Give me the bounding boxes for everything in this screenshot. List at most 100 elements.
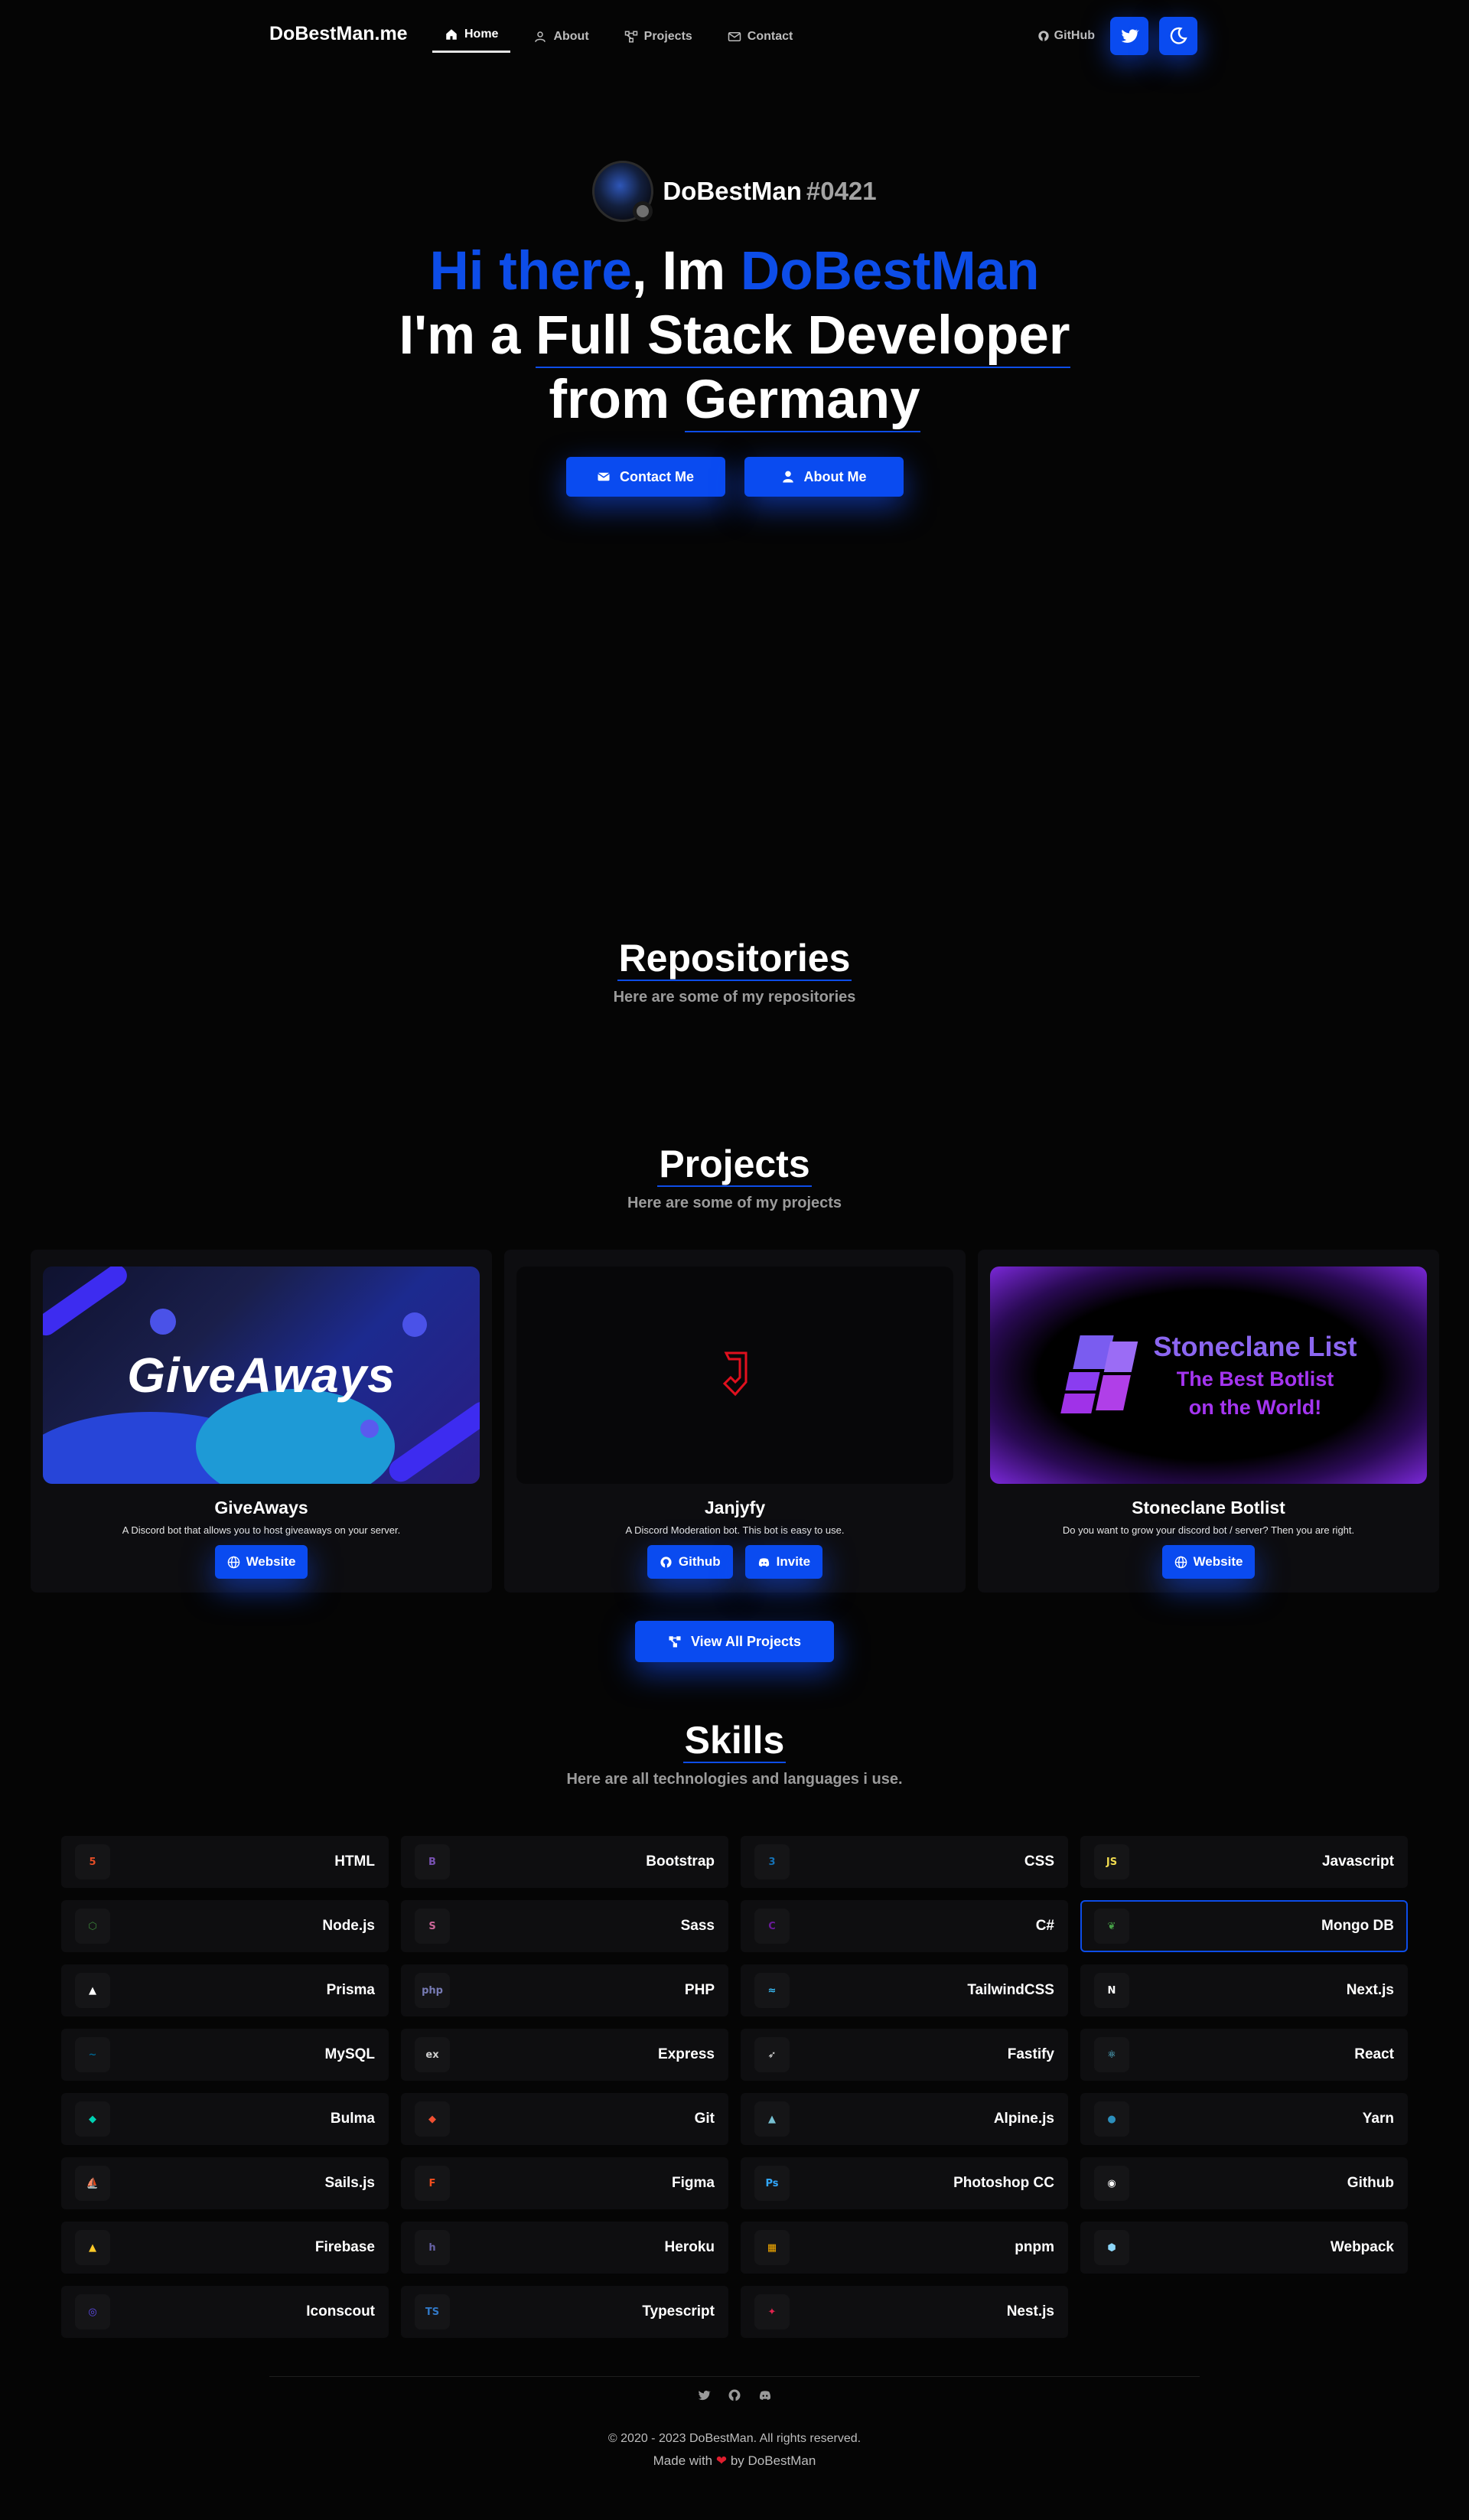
skill-item[interactable]: ● Yarn [1080, 2093, 1408, 2145]
skill-item[interactable]: ❦ Mongo DB [1080, 1900, 1408, 1952]
skill-item[interactable]: Ps Photoshop CC [741, 2157, 1068, 2209]
moon-icon [1170, 27, 1187, 44]
skill-item[interactable]: ex Express [401, 2029, 728, 2081]
github-icon[interactable] [728, 2388, 741, 2402]
skill-item[interactable]: ▲ Alpine.js [741, 2093, 1068, 2145]
skill-glyph: B [428, 1856, 436, 1868]
project-card-giveaways: GiveAways GiveAways A Discord bot that a… [31, 1250, 492, 1593]
skill-item[interactable]: TS Typescript [401, 2286, 728, 2338]
nav-link-about[interactable]: About [521, 20, 601, 53]
about-me-label: About Me [803, 468, 867, 484]
skill-item[interactable]: php PHP [401, 1964, 728, 2016]
express-icon: ex [415, 2037, 450, 2072]
skill-item[interactable]: ✦ Nest.js [741, 2286, 1068, 2338]
skill-item[interactable]: ~ MySQL [61, 2029, 389, 2081]
hero-section: DoBestMan #0421 Hi there, Im DoBestMan I'… [0, 161, 1469, 497]
skill-glyph: 3 [768, 1856, 776, 1868]
copyright-text: © 2020 - 2023 DoBestMan. All rights rese… [607, 2432, 862, 2445]
skill-label: Typescript [642, 2303, 715, 2320]
project-name: Stoneclane Botlist [1132, 1498, 1285, 1518]
mysql-icon: ~ [75, 2037, 110, 2072]
nextjs-icon: N [1094, 1973, 1129, 2008]
skill-item[interactable]: JS Javascript [1080, 1836, 1408, 1888]
skill-item[interactable]: ⬡ Node.js [61, 1900, 389, 1952]
decor-planet [360, 1420, 379, 1438]
skill-label: Next.js [1346, 1982, 1394, 1998]
github-icon [1038, 31, 1049, 41]
greeting-mid: , Im [631, 241, 741, 302]
skill-item[interactable]: S Sass [401, 1900, 728, 1952]
skill-item[interactable]: C C# [741, 1900, 1068, 1952]
skill-label: Node.js [322, 1918, 375, 1934]
website-button[interactable]: Website [1161, 1545, 1256, 1579]
skill-item[interactable]: h Heroku [401, 2222, 728, 2274]
globe-icon [227, 1556, 239, 1568]
bootstrap-icon: B [415, 1844, 450, 1879]
skill-item[interactable]: ▲ Firebase [61, 2222, 389, 2274]
skill-item[interactable]: ⚛ React [1080, 2029, 1408, 2081]
theme-toggle-button[interactable] [1159, 17, 1197, 55]
skill-item[interactable]: ◆ Bulma [61, 2093, 389, 2145]
banner-line-2: on the World! [1188, 1396, 1322, 1419]
skill-glyph: php [422, 1984, 443, 1997]
photoshop-icon: Ps [754, 2166, 790, 2201]
twitter-icon[interactable] [697, 2388, 711, 2402]
skill-item[interactable]: ◉ Github [1080, 2157, 1408, 2209]
skill-item[interactable]: ≈ TailwindCSS [741, 1964, 1068, 2016]
skill-item[interactable]: ⛵ Sails.js [61, 2157, 389, 2209]
skill-glyph: ➶ [767, 2049, 777, 2061]
status-indicator [633, 201, 653, 221]
view-all-projects-button[interactable]: View All Projects [635, 1621, 834, 1662]
discord-icon[interactable] [758, 2388, 772, 2402]
mongodb-icon: ❦ [1094, 1909, 1129, 1944]
github-link[interactable]: GitHub [1037, 29, 1095, 43]
skills-subtitle: Here are all technologies and languages … [566, 1771, 903, 1788]
project-description: A Discord bot that allows you to host gi… [122, 1524, 401, 1536]
twitter-button[interactable] [1110, 17, 1148, 55]
made-suffix: by DoBestMan [730, 2453, 816, 2468]
github-button[interactable]: Github [647, 1545, 733, 1579]
projects-icon [669, 1636, 681, 1648]
skill-glyph: JS [1106, 1856, 1118, 1868]
skill-item[interactable]: ◆ Git [401, 2093, 728, 2145]
hero-buttons: Contact Me About Me [0, 457, 1469, 497]
footer-social-links [0, 2388, 1469, 2402]
location: Germany [684, 370, 920, 432]
skills-grid: 5 HTML B Bootstrap 3 CSS JS Javascript ⬡ Node.js S… [61, 1836, 1408, 2338]
about-me-button[interactable]: About Me [744, 457, 904, 497]
decor-planet [402, 1312, 427, 1337]
skill-label: C# [1035, 1918, 1054, 1934]
nav-right: GitHub [1037, 17, 1197, 55]
skill-item[interactable]: F Figma [401, 2157, 728, 2209]
skill-glyph: ◆ [89, 2113, 96, 2125]
nav-link-home[interactable]: Home [432, 20, 511, 53]
skill-item[interactable]: ▲ Prisma [61, 1964, 389, 2016]
skill-label: Bootstrap [646, 1853, 715, 1870]
nav-link-contact[interactable]: Contact [715, 20, 806, 53]
skill-glyph: ⚛ [1107, 2049, 1116, 2061]
skill-item[interactable]: ◎ Iconscout [61, 2286, 389, 2338]
skill-item[interactable]: N Next.js [1080, 1964, 1408, 2016]
skill-item[interactable]: 3 CSS [741, 1836, 1068, 1888]
skill-glyph: ▲ [768, 2113, 776, 2125]
skill-item[interactable]: B Bootstrap [401, 1836, 728, 1888]
contact-me-button[interactable]: Contact Me [565, 457, 725, 497]
user-icon [535, 31, 546, 42]
repositories-subtitle: Here are some of my repositories [613, 989, 856, 1006]
stoneclane-logo-icon [1060, 1335, 1138, 1415]
projects-title: Projects [657, 1143, 812, 1187]
nav-link-projects[interactable]: Projects [612, 20, 705, 53]
skill-item[interactable]: ⬢ Webpack [1080, 2222, 1408, 2274]
home-icon [446, 29, 457, 40]
skill-item[interactable]: ▦ pnpm [741, 2222, 1068, 2274]
decor-stripe [384, 1397, 480, 1484]
skill-glyph: ▦ [767, 2241, 777, 2254]
skill-label: Firebase [314, 2239, 375, 2255]
brand-logo[interactable]: DoBestMan.me [269, 23, 408, 45]
skill-item[interactable]: 5 HTML [61, 1836, 389, 1888]
prisma-icon: ▲ [75, 1973, 110, 2008]
invite-button[interactable]: Invite [744, 1545, 823, 1579]
website-button[interactable]: Website [214, 1545, 308, 1579]
skill-glyph: F [428, 2177, 436, 2189]
skill-item[interactable]: ➶ Fastify [741, 2029, 1068, 2081]
